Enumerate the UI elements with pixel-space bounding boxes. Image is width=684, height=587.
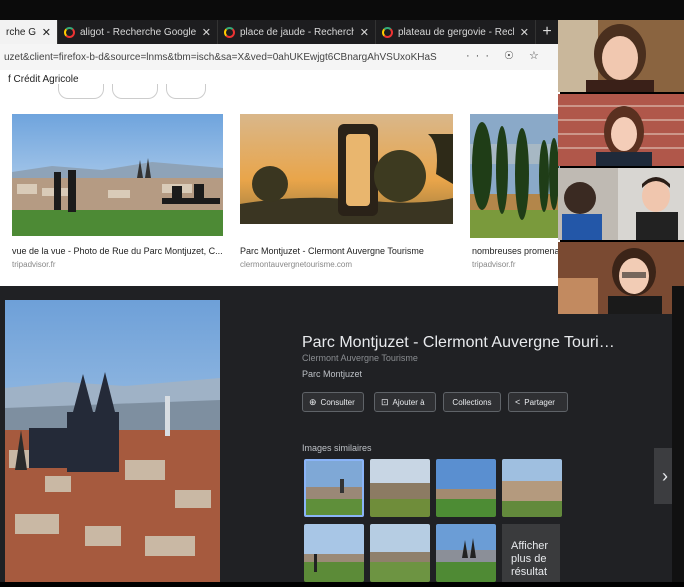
- browser-tab-bar: rche G ✕ aligot - Recherche Google ✕ pla…: [0, 20, 560, 44]
- result-caption[interactable]: vue de la vue - Photo de Rue du Parc Mon…: [12, 246, 223, 256]
- sculpture-sunset-photo: [240, 114, 453, 224]
- similar-thumb: [370, 524, 430, 582]
- close-icon[interactable]: ✕: [42, 26, 51, 39]
- webcam-tile-4: [558, 242, 684, 314]
- cypress-trees-photo: [470, 114, 560, 238]
- participant-video: [558, 242, 684, 314]
- new-tab-button[interactable]: +: [536, 20, 558, 44]
- webcam-tile-3: [558, 168, 684, 240]
- address-input[interactable]: [4, 48, 444, 66]
- participant-video: [558, 20, 684, 92]
- similar-image[interactable]: [436, 524, 496, 582]
- result-source: tripadvisor.fr: [12, 260, 56, 269]
- bookmark-icon: ⊡: [381, 396, 389, 407]
- url-bar: ··· ☉ ☆: [0, 44, 560, 71]
- tab-title: plateau de gergovie - Recher: [398, 26, 514, 38]
- button-label: Collections: [452, 397, 492, 407]
- globe-icon: ⊕: [309, 396, 317, 407]
- share-button[interactable]: < Partager: [508, 392, 568, 412]
- scrollbar[interactable]: [672, 286, 684, 582]
- result-caption[interactable]: nombreuses promena: [472, 246, 560, 256]
- top-black-band: [0, 0, 684, 20]
- filter-chip[interactable]: [166, 84, 206, 99]
- google-icon: [382, 26, 393, 38]
- image-results: vue de la vue - Photo de Rue du Parc Mon…: [0, 84, 560, 286]
- tab-plateau-de-gergovie[interactable]: plateau de gergovie - Recher ✕: [376, 20, 536, 44]
- cathedral-city-photo: [5, 300, 220, 582]
- page-action-icons[interactable]: ··· ☉ ☆: [466, 49, 545, 62]
- result-image-1[interactable]: [12, 114, 223, 236]
- tab-place-de-jaude[interactable]: place de jaude - Recherche G ✕: [218, 20, 376, 44]
- tab-title: place de jaude - Recherche G: [240, 26, 354, 38]
- similar-thumb: [306, 461, 362, 515]
- city-view-photo: [12, 114, 223, 236]
- result-image-3[interactable]: [470, 114, 560, 238]
- preview-image[interactable]: [5, 300, 220, 582]
- similar-image[interactable]: [304, 524, 364, 582]
- similar-thumb: [436, 459, 496, 517]
- button-label: Ajouter à: [392, 397, 425, 407]
- similar-image[interactable]: [304, 459, 364, 517]
- tab-aligot[interactable]: aligot - Recherche Google ✕: [58, 20, 218, 44]
- button-label: Partager: [524, 397, 555, 407]
- webcam-tile-1: [558, 20, 684, 92]
- webcam-tile-2: [558, 94, 684, 166]
- similar-image[interactable]: [436, 459, 496, 517]
- participant-video: [558, 94, 684, 166]
- google-icon: [224, 26, 235, 38]
- preview-description: Parc Montjuzet: [302, 369, 363, 379]
- collections-button[interactable]: Collections: [443, 392, 501, 412]
- similar-thumb: [304, 524, 364, 582]
- close-icon[interactable]: ✕: [202, 26, 211, 39]
- close-icon[interactable]: ✕: [360, 26, 369, 39]
- participant-video: [558, 168, 684, 240]
- result-image-2[interactable]: [240, 114, 453, 224]
- similar-images-label: Images similaires: [302, 443, 372, 453]
- share-icon: <: [515, 397, 521, 407]
- similar-image[interactable]: [502, 459, 562, 517]
- filter-chip[interactable]: [58, 84, 104, 99]
- result-source: tripadvisor.fr: [472, 260, 516, 269]
- similar-thumb: [370, 459, 430, 517]
- filter-chip[interactable]: [112, 84, 158, 99]
- result-caption[interactable]: Parc Montjuzet - Clermont Auvergne Touri…: [240, 246, 453, 256]
- similar-image[interactable]: [370, 524, 430, 582]
- consult-button[interactable]: ⊕ Consulter: [302, 392, 364, 412]
- tab-title: rche G: [6, 26, 36, 38]
- similar-thumb: [502, 459, 562, 517]
- preview-title[interactable]: Parc Montjuzet - Clermont Auvergne Touri…: [302, 334, 615, 352]
- preview-source[interactable]: Clermont Auvergne Tourisme: [302, 353, 418, 363]
- tab-title: aligot - Recherche Google: [80, 26, 196, 38]
- similar-thumb: [436, 524, 496, 582]
- tab-current[interactable]: rche G ✕: [0, 20, 58, 44]
- button-label: Consulter: [320, 397, 355, 407]
- add-to-button[interactable]: ⊡ Ajouter à: [374, 392, 436, 412]
- google-icon: [64, 26, 75, 38]
- show-more-results[interactable]: Afficher plus de résultat: [502, 524, 560, 582]
- result-source: clermontauvergnetourisme.com: [240, 260, 353, 269]
- similar-image[interactable]: [370, 459, 430, 517]
- close-icon[interactable]: ✕: [520, 26, 529, 39]
